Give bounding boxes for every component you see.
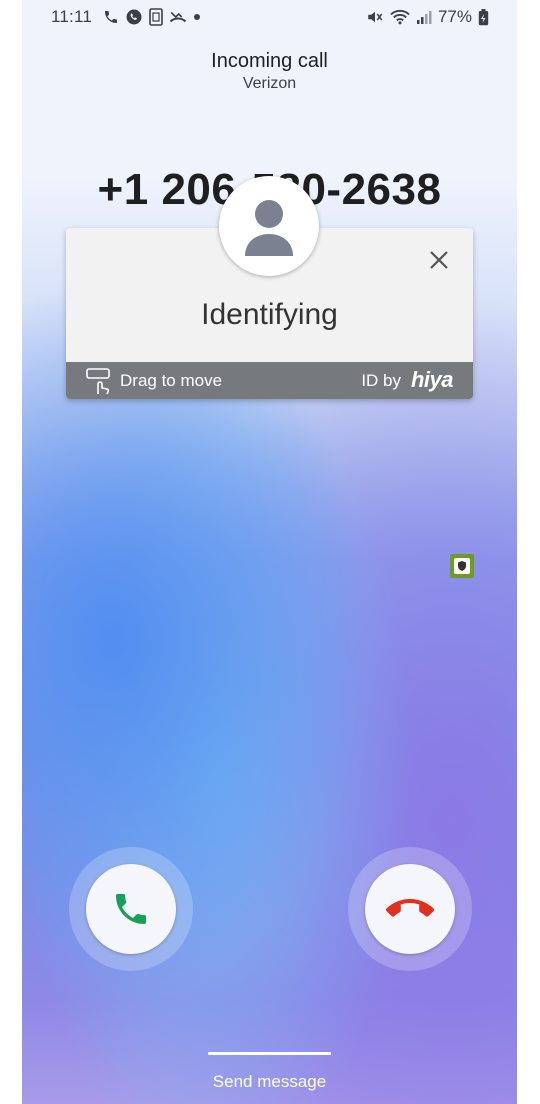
call-type-label: Incoming call xyxy=(211,50,328,72)
whatsapp-icon xyxy=(126,9,142,25)
sim-icon xyxy=(149,8,163,26)
mute-icon xyxy=(368,11,383,23)
id-by-label: ID by xyxy=(361,371,401,390)
decline-button[interactable] xyxy=(365,864,455,954)
avatar xyxy=(219,176,319,276)
send-message-handle[interactable] xyxy=(208,1052,331,1055)
drag-hand-icon xyxy=(86,368,110,395)
status-bar: 11:11 77% xyxy=(22,0,517,34)
hiya-logo: hiya xyxy=(410,367,454,392)
phone-icon xyxy=(105,11,117,23)
shield-badge-inner xyxy=(454,558,470,574)
battery-icon xyxy=(478,8,489,25)
incoming-call-screen: 11:11 77% Incoming call Verizon +1 206-5… xyxy=(22,0,517,1104)
status-time: 11:11 xyxy=(51,7,93,26)
carrier-label: Verizon xyxy=(242,75,297,92)
dot-icon xyxy=(194,14,200,20)
missed-call-icon xyxy=(169,11,187,23)
phone-hangup-icon xyxy=(386,899,434,917)
send-message-label[interactable]: Send message xyxy=(22,1072,517,1092)
shield-badge-icon[interactable] xyxy=(450,554,474,578)
status-icons-left xyxy=(103,7,201,27)
status-icons-right: 77% xyxy=(366,7,489,27)
shield-icon xyxy=(458,561,466,571)
drag-bar[interactable]: Drag to move ID by hiya xyxy=(66,362,473,399)
drag-label: Drag to move xyxy=(120,371,223,390)
close-icon[interactable] xyxy=(427,248,451,272)
person-icon xyxy=(245,200,293,256)
battery-percent: 77% xyxy=(437,7,472,26)
signal-icon xyxy=(416,11,432,24)
decline-button-ring xyxy=(348,847,472,971)
answer-button-ring xyxy=(69,847,193,971)
phone-answer-icon xyxy=(116,894,146,924)
identifying-status: Identifying xyxy=(201,298,338,331)
wifi-icon xyxy=(390,10,410,25)
answer-button[interactable] xyxy=(86,864,176,954)
